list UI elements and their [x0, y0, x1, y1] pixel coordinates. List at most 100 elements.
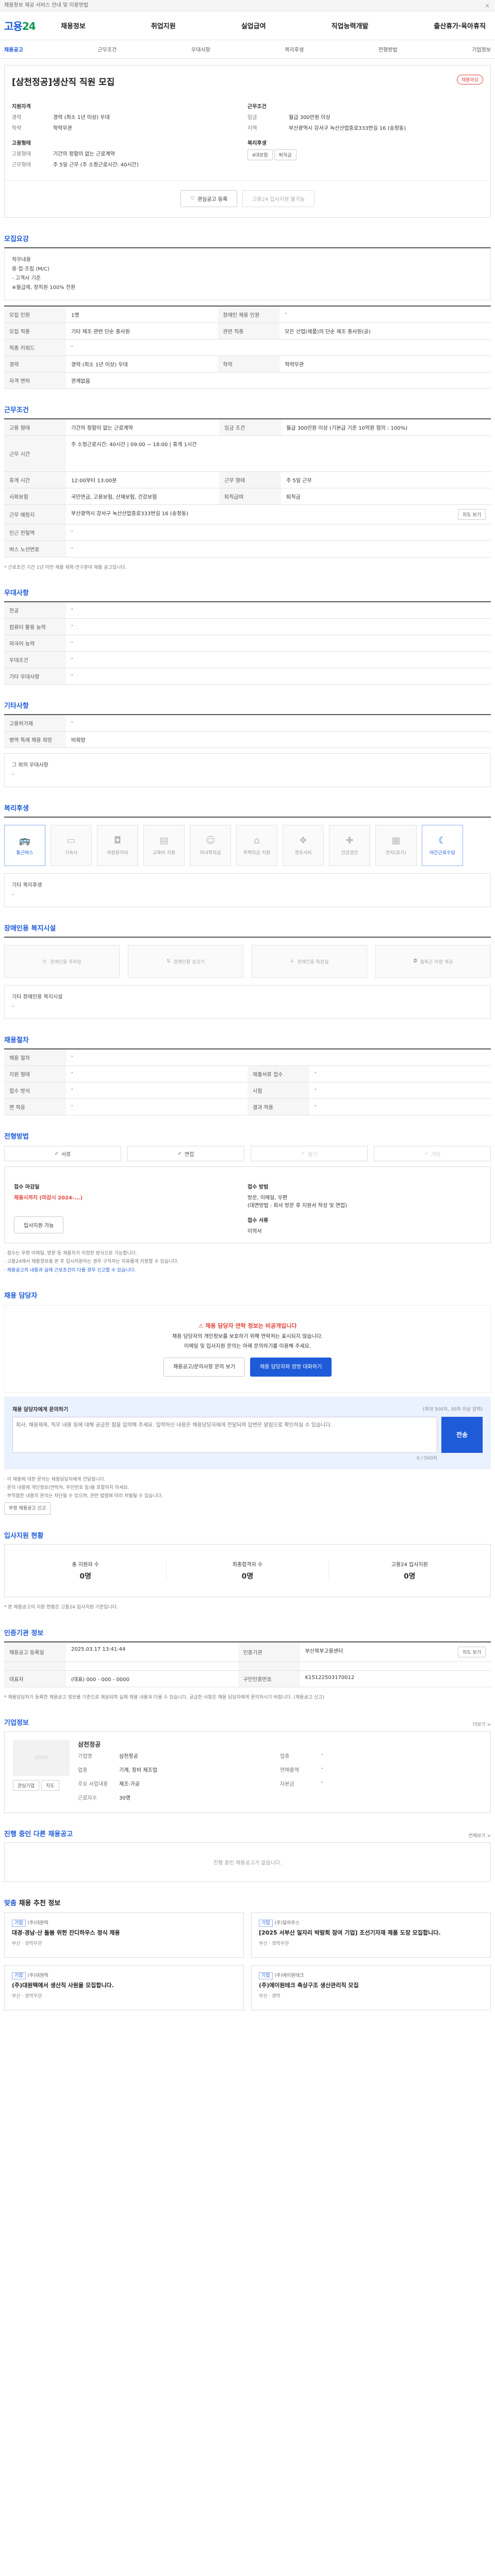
method-written: ✓ 필기 [251, 1146, 368, 1162]
welfare-item: 🚌 통근버스 [4, 825, 45, 867]
summary-heading: 근무조건 [248, 104, 267, 110]
map-button[interactable]: 지도 보기 [458, 509, 486, 520]
inquiry-textarea[interactable] [12, 1416, 437, 1453]
row-key: 버스 노선번호 [4, 540, 66, 557]
tab-conditions[interactable]: 근무조건 [97, 45, 117, 53]
row-value: K15122503170012 [300, 1670, 491, 1687]
selection-section: 전형방법 ✓ 서류 ✓ 면접 ✓ 필기 ✓ 기타 접수 마감일 채용시까지 (마감시 2… [0, 1131, 495, 1275]
favorite-company-button[interactable]: 관심기업 [13, 1780, 40, 1791]
method-other: ✓ 기타 [374, 1146, 491, 1162]
field-key: 업종 [78, 1767, 88, 1773]
other-extra: 그 외의 우대사항 - [4, 753, 491, 788]
stat-label: 총 지원자 수 [72, 1562, 99, 1568]
section-title: 전형방법 [4, 1133, 29, 1141]
table-row: 직종 키워드 - [4, 339, 491, 356]
company-map-button[interactable]: 지도 [41, 1780, 59, 1791]
close-icon[interactable]: × [485, 0, 490, 11]
welfare-item: ▭ 기숙사 [51, 825, 92, 867]
table-row: 고용 형태 기간의 정함이 없는 근로계약 임금 조건 월급 300만원 이상 (기본… [4, 419, 491, 436]
table-row: 경력 경력 (최소 1년 이상) 우대 학력 학력무관 [4, 355, 491, 372]
contact-alert: ⚠ 채용 담당자 연락 정보는 비공개입니다 채용 담당자의 개인정보를 보호하… [4, 1304, 491, 1393]
ongoing-empty: 진행 중인 채용공고가 없습니다. [4, 1842, 491, 1882]
recommend-card[interactable]: 기업 (주)일하우스 [2025 서부산 일자리 박람회 참여 기업] 조선기자재… [251, 1912, 491, 1958]
row-value: (대표) 000 - 000 - 0000 [66, 1670, 238, 1687]
recommend-card[interactable]: 기업 (주)대원텍 대경·경남·산 돌봄 위한 잔디하우스 정식 채용 부산 · … [4, 1912, 244, 1958]
welfare-label: 차량유지비 [107, 851, 128, 856]
nav-item-unemployment[interactable]: 실업급여 [241, 21, 266, 30]
field-value: - [321, 1765, 323, 1771]
tab-welfare[interactable]: 복리후생 [285, 45, 304, 53]
extra-key: 그 외의 우대사항 [12, 762, 48, 769]
tab-company[interactable]: 기업정보 [472, 45, 491, 53]
agency-map-button[interactable]: 지도 보기 [458, 1646, 486, 1657]
row-key: 근무 예정지 [4, 504, 66, 524]
calendar-icon: ▦ [391, 835, 401, 846]
chat-button[interactable]: 채용 담당자와 양방 대화하기 [250, 1357, 332, 1377]
row-key: 인증기관 [238, 1641, 300, 1662]
notice-text[interactable]: 채용정보 제공 서비스 안내 및 이용방법 [4, 3, 88, 8]
welfare-item: ▤ 교육비 지원 [143, 825, 185, 867]
send-button[interactable]: 전송 [441, 1416, 483, 1453]
row-value: 부산북부고용센터 [305, 1648, 343, 1654]
summary-heading: 고용형태 [12, 141, 31, 146]
recommend-highlight: 맞춤 [4, 1899, 16, 1907]
card-title[interactable]: 대경·경남·산 돌봄 위한 잔디하우스 정식 채용 [12, 1929, 236, 1937]
row-key: 직종 키워드 [4, 339, 66, 356]
applicants-note: * 본 채용공고의 지원 현황은 고용24 입사지원 기준입니다. [4, 1605, 119, 1611]
apply-button[interactable]: 고용24 입사지원 불가능 [242, 190, 315, 207]
interest-button[interactable]: ♡ 관심공고 등록 [180, 190, 238, 207]
welfare-label: 교육비 지원 [152, 851, 176, 856]
card-company: (주)대원텍 [27, 1920, 48, 1926]
summary-value: 경력 (최소 1년 이상) 우대 [53, 115, 110, 121]
tab-preference[interactable]: 우대사항 [191, 45, 210, 53]
row-value: - [66, 540, 491, 557]
other-section: 기타사항 고용허가제 - 병역 특례 채용 희망 비희망 그 외의 우대사항 - [0, 700, 495, 788]
row-value: - [66, 1082, 248, 1099]
summary-heading: 복리후생 [248, 141, 267, 146]
row-value: 퇴직금 [281, 488, 491, 505]
registration-table: 채용공고 등록일 2025.03.17 13:41:44 인증기관 부산북부고용센터 … [4, 1641, 491, 1687]
card-title[interactable]: (주)대원텍에서 생산직 사원을 모집합니다. [12, 1981, 236, 1989]
logo[interactable]: 고용24 [4, 18, 61, 33]
card-title[interactable]: [2025 서부산 일자리 박람회 참여 기업] 조선기자재 제품 도장 모집합… [259, 1929, 483, 1937]
row-key: 기타 우대사항 [4, 668, 66, 685]
report-button[interactable]: 부정 채용공고 신고 [4, 1502, 51, 1515]
company-name: 삼천정공 [78, 1740, 101, 1748]
nav-item-training[interactable]: 직업능력개발 [332, 21, 369, 30]
card-tag: 기업 [12, 1919, 26, 1927]
header: 고용24 채용정보 취업지원 실업급여 직업능력개발 출산휴가·육아휴직 [0, 11, 495, 40]
table-row: 병역 특례 채용 희망 비희망 [4, 731, 491, 749]
warning-icon: ⚠ [198, 1322, 206, 1329]
tab-recruit[interactable]: 채용공고 [4, 45, 23, 53]
inquiry-list-button[interactable]: 채용공고/문의사항 문의 보기 [163, 1357, 245, 1377]
summary-key: 경력 [12, 115, 22, 121]
resume-key: 접수 서류 [248, 1218, 269, 1224]
table-row: 휴게 시간 12:00부터 13:00분 근무 형태 주 5일 근무 [4, 471, 491, 488]
section-title: 진행 중인 다른 채용공고 [4, 1830, 73, 1838]
recommend-card[interactable]: 기업 (주)에이원테크 (주)에이원테크 축상구조 생산관리직 모집 부산 · 경… [251, 1964, 491, 2010]
card-title[interactable]: (주)에이원테크 축상구조 생산관리직 모집 [259, 1981, 483, 1989]
tab-selection[interactable]: 전형방법 [378, 45, 398, 53]
nav-item-leave[interactable]: 출산휴가·육아휴직 [434, 21, 486, 30]
disabled-section: 장애인용 복지시설 Ⓟ 장애인용 주차장 ⇅ 장애인용 승강기 ♿ 장애인용 화장실 … [0, 923, 495, 1020]
row-value [66, 1662, 238, 1671]
method-document: ✓ 서류 [4, 1146, 121, 1162]
field-value: 제조·가공 [119, 1781, 140, 1787]
row-key: 접수 방식 [4, 1082, 66, 1099]
stat-final: 최종합격자 수 0명 [167, 1560, 329, 1582]
company-more-link[interactable]: 더보기 > [473, 1721, 491, 1727]
nav-item-support[interactable]: 취업지원 [151, 21, 176, 30]
row-value: 관계없음 [66, 372, 491, 389]
applicant-stats: 총 지원자 수 0명 최종합격자 수 0명 고용24 입사지원 0명 [4, 1544, 491, 1598]
welfare-item: ☾ 야간근로수당 [422, 825, 463, 867]
recommend-card[interactable]: 기업 (주)대원텍 (주)대원텍에서 생산직 사원을 모집합니다. 부산 · 경력… [4, 1964, 244, 2010]
apply-possible-button[interactable]: 입사지원 가능 [14, 1216, 64, 1234]
table-row: 고용허가제 - [4, 715, 491, 732]
applicants-section: 입사지원 현황 총 지원자 수 0명 최종합격자 수 0명 고용24 입사지원 0명 … [0, 1530, 495, 1612]
nav-item-jobs[interactable]: 채용정보 [61, 21, 86, 30]
row-key: 학력 [218, 355, 280, 372]
row-value: - [66, 1049, 491, 1066]
row-key: 모집 인원 [4, 306, 66, 323]
ongoing-more-link[interactable]: 전체보기 > [468, 1832, 491, 1839]
conditions-note: * 근로조건 기간 1년 미만 채용 제목·연구분야 채용 공고입니다. [4, 565, 127, 570]
